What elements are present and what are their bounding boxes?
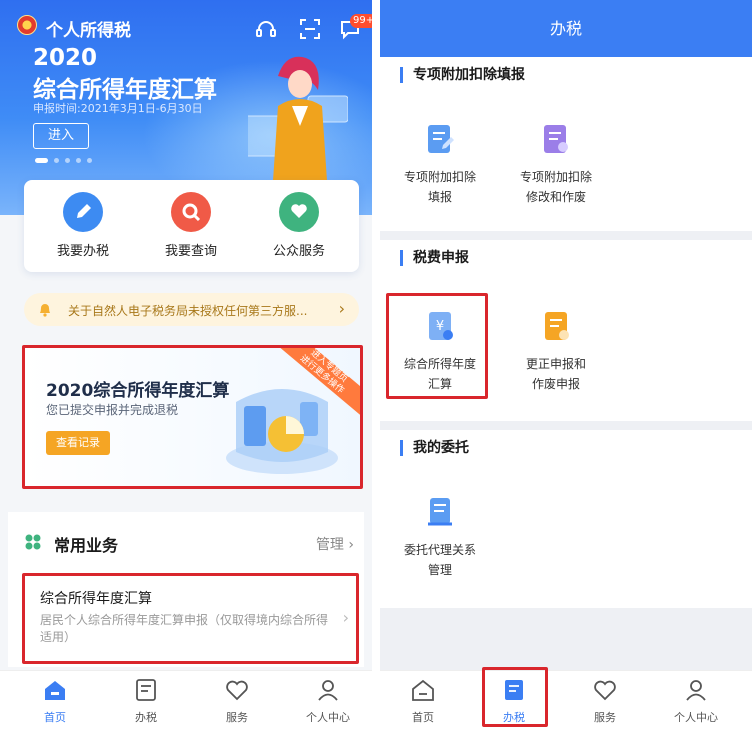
- section-title: 税费申报: [400, 250, 469, 266]
- tab-home[interactable]: 首页: [388, 677, 458, 725]
- quick-item-tax[interactable]: 我要办税: [38, 192, 128, 259]
- bell-icon: [40, 304, 50, 317]
- form-cancel-icon: [545, 312, 569, 340]
- notice-bar[interactable]: 关于自然人电子税务局未授权任何第三方服... ›: [24, 293, 359, 326]
- view-records-button[interactable]: 查看记录: [46, 431, 110, 455]
- yuan-document-icon: ¥: [429, 312, 453, 340]
- banner-year: 2020: [33, 45, 98, 71]
- empty-area: [380, 608, 752, 670]
- tax-emblem-icon: [17, 15, 37, 35]
- item-label: 专项附加扣除 填报: [403, 170, 476, 204]
- banner-date: 申报时间:2021年3月1日-6月30日: [33, 102, 203, 115]
- tab-home[interactable]: 首页: [20, 677, 90, 725]
- section-my-delegation: 我的委托 委托代理关系 管理: [380, 430, 752, 608]
- chevron-right-icon: ›: [348, 537, 354, 553]
- message-badge: 99+: [350, 14, 372, 28]
- item-label: 综合所得年度 汇算: [403, 357, 476, 391]
- home-screen: 个人所得税 99+ 2020 综合所得年度汇算 申报时间:2021年3月1日-6…: [0, 0, 372, 750]
- pen-icon: [63, 192, 103, 232]
- tab-label: 首页: [44, 711, 66, 724]
- document-icon: [136, 679, 156, 701]
- item-deduction-fill[interactable]: 专项附加扣除 填报: [380, 123, 500, 207]
- section-title: 专项附加扣除填报: [400, 67, 525, 83]
- enter-button[interactable]: 进入: [33, 123, 89, 149]
- page-header: 办税: [380, 0, 752, 57]
- svg-text:¥: ¥: [436, 319, 444, 334]
- service-item-title: 综合所得年度汇算: [40, 591, 152, 607]
- common-services: 常用业务 管理 › 综合所得年度汇算 居民个人综合所得年度汇算申报（仅取得境内综…: [8, 512, 364, 667]
- form-edit-icon: [428, 125, 454, 153]
- tab-tax[interactable]: 办税: [111, 677, 181, 725]
- quick-label: 我要办税: [56, 244, 109, 259]
- service-item-desc: 居民个人综合所得年度汇算申报（仅取得境内综合所得适用）: [40, 613, 329, 644]
- headset-icon[interactable]: [254, 18, 278, 40]
- tab-label: 服务: [226, 711, 248, 724]
- tab-label: 个人中心: [306, 711, 350, 724]
- home-icon: [412, 679, 434, 701]
- quick-item-public-service[interactable]: 公众服务: [254, 192, 344, 259]
- promo-illustration: [226, 389, 338, 474]
- section-special-deduction: 专项附加扣除填报 专项附加扣除 填报 专项附加扣除 修改和作废: [380, 57, 752, 231]
- tax-screen: 办税 专项附加扣除填报 专项附加扣除 填报 专项附加扣除 修改和作废 税费申报 …: [380, 0, 752, 750]
- heart-icon: [226, 680, 248, 701]
- manage-label: 管理: [315, 537, 344, 553]
- quick-label: 公众服务: [272, 244, 325, 259]
- tab-label: 办税: [135, 711, 157, 724]
- tab-service[interactable]: 服务: [570, 677, 640, 725]
- tab-label: 个人中心: [674, 711, 718, 724]
- heart-hand-icon: [279, 192, 319, 232]
- banner-title: 综合所得年度汇算: [33, 77, 217, 103]
- tab-tax[interactable]: 办税: [479, 677, 549, 725]
- section-tax-declaration: 税费申报 ¥ 综合所得年度 汇算 更正申报和 作废申报: [380, 240, 752, 421]
- tab-profile[interactable]: 个人中心: [293, 677, 363, 725]
- document-icon: [505, 680, 523, 700]
- tab-service[interactable]: 服务: [202, 677, 272, 725]
- person-icon: [318, 680, 338, 701]
- chevron-right-icon: ›: [342, 608, 349, 627]
- item-deduction-modify[interactable]: 专项附加扣除 修改和作废: [496, 123, 616, 207]
- quick-item-query[interactable]: 我要查询: [146, 192, 236, 259]
- form-settings-icon: [544, 125, 568, 153]
- scan-icon[interactable]: [298, 18, 322, 40]
- bottom-tab-bar: 首页 办税 服务 个人中心: [380, 670, 752, 750]
- notice-text: 关于自然人电子税务局未授权任何第三方服...: [68, 304, 308, 318]
- search-icon: [171, 192, 211, 232]
- quick-actions-card: 我要办税 我要查询 公众服务: [24, 180, 359, 272]
- carousel-dots[interactable]: [35, 158, 92, 163]
- item-label: 委托代理关系 管理: [403, 543, 476, 577]
- item-agency-management[interactable]: 委托代理关系 管理: [380, 496, 500, 580]
- tab-label: 服务: [594, 711, 616, 724]
- annual-settlement-card[interactable]: 2020综合所得年度汇算 您已提交申报并完成退税 查看记录 进入专题页 进行更多…: [24, 346, 361, 488]
- common-services-title: 常用业务: [54, 536, 119, 555]
- home-icon: [45, 681, 65, 700]
- tab-label: 办税: [503, 711, 525, 724]
- person-icon: [686, 680, 706, 701]
- item-label: 专项附加扣除 修改和作废: [519, 170, 592, 204]
- chevron-right-icon: ›: [338, 299, 345, 318]
- manage-link[interactable]: 管理 ›: [316, 534, 354, 554]
- item-label: 更正申报和 作废申报: [525, 357, 586, 391]
- tab-label: 首页: [412, 711, 434, 724]
- section-title: 我的委托: [400, 440, 469, 456]
- item-correction-declaration[interactable]: 更正申报和 作废申报: [496, 310, 616, 394]
- quick-label: 我要查询: [164, 244, 217, 259]
- heart-icon: [594, 680, 616, 701]
- clover-icon: [25, 534, 41, 550]
- promo-subtitle: 您已提交申报并完成退税: [46, 403, 179, 417]
- promo-title: 2020综合所得年度汇算: [46, 381, 230, 401]
- tab-profile[interactable]: 个人中心: [661, 677, 731, 725]
- app-title: 个人所得税: [46, 21, 131, 41]
- agreement-icon: [428, 498, 452, 526]
- bottom-tab-bar: 首页 办税 服务 个人中心: [0, 670, 372, 750]
- item-annual-settlement[interactable]: ¥ 综合所得年度 汇算: [380, 310, 500, 394]
- banner-illustration: [248, 56, 348, 196]
